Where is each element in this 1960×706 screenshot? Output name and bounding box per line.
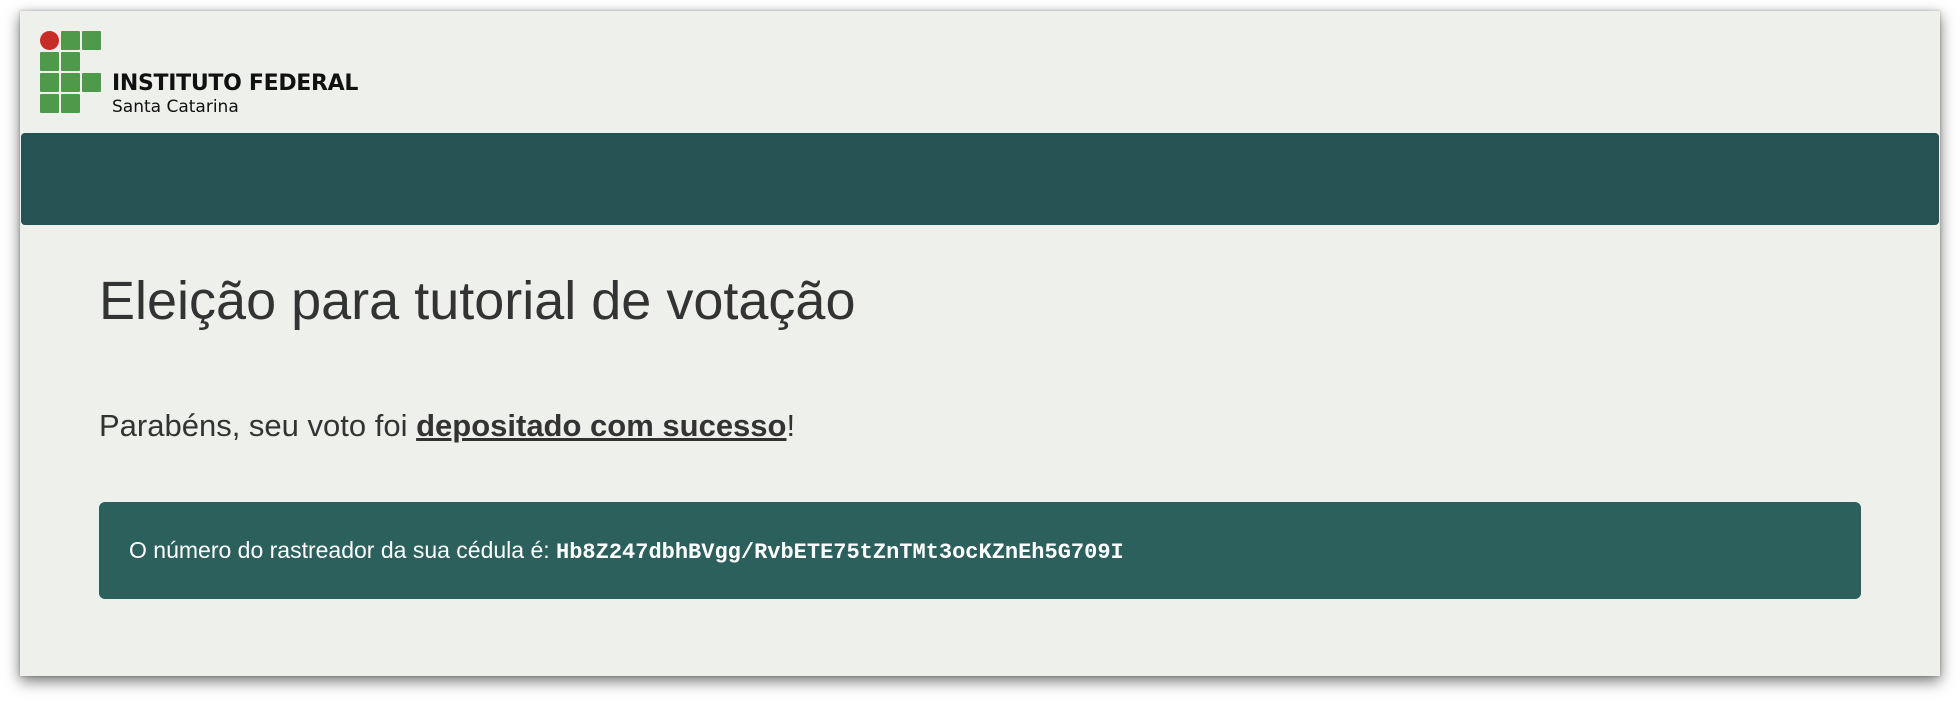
site-header: INSTITUTO FEDERAL Santa Catarina bbox=[20, 11, 1940, 133]
logo-square bbox=[40, 73, 59, 92]
logo-square bbox=[82, 73, 101, 92]
browser-window: INSTITUTO FEDERAL Santa Catarina Eleição… bbox=[20, 11, 1940, 676]
logo-square bbox=[82, 31, 101, 50]
top-navbar bbox=[21, 133, 1939, 225]
tracker-label: O número do rastreador da sua cédula é: bbox=[129, 537, 557, 563]
org-subtitle: Santa Catarina bbox=[112, 97, 239, 117]
tracker-alert: O número do rastreador da sua cédula é: … bbox=[99, 502, 1861, 599]
logo-square bbox=[61, 73, 80, 92]
tracker-text: O número do rastreador da sua cédula é: … bbox=[129, 535, 1124, 568]
logo-square bbox=[61, 31, 80, 50]
logo-red-dot bbox=[40, 31, 59, 50]
logo-square bbox=[61, 52, 80, 71]
success-message-prefix: Parabéns, seu voto foi bbox=[99, 408, 417, 443]
logo-square bbox=[40, 94, 59, 113]
success-message-emphasis: depositado com sucesso bbox=[416, 408, 787, 443]
org-name: INSTITUTO FEDERAL bbox=[112, 71, 359, 96]
success-message-suffix: ! bbox=[786, 408, 796, 443]
logo-square bbox=[61, 94, 80, 113]
ifsc-logo[interactable] bbox=[40, 31, 102, 115]
tracker-code[interactable]: Hb8Z247dbhBVgg/RvbETE75tZnTMt3ocKZnEh5G7… bbox=[556, 540, 1124, 565]
brand-text[interactable]: INSTITUTO FEDERAL Santa Catarina bbox=[112, 71, 358, 117]
logo-square bbox=[40, 52, 59, 71]
page-title: Eleição para tutorial de votação bbox=[99, 271, 856, 331]
success-message: Parabéns, seu voto foi depositado com su… bbox=[99, 406, 795, 446]
